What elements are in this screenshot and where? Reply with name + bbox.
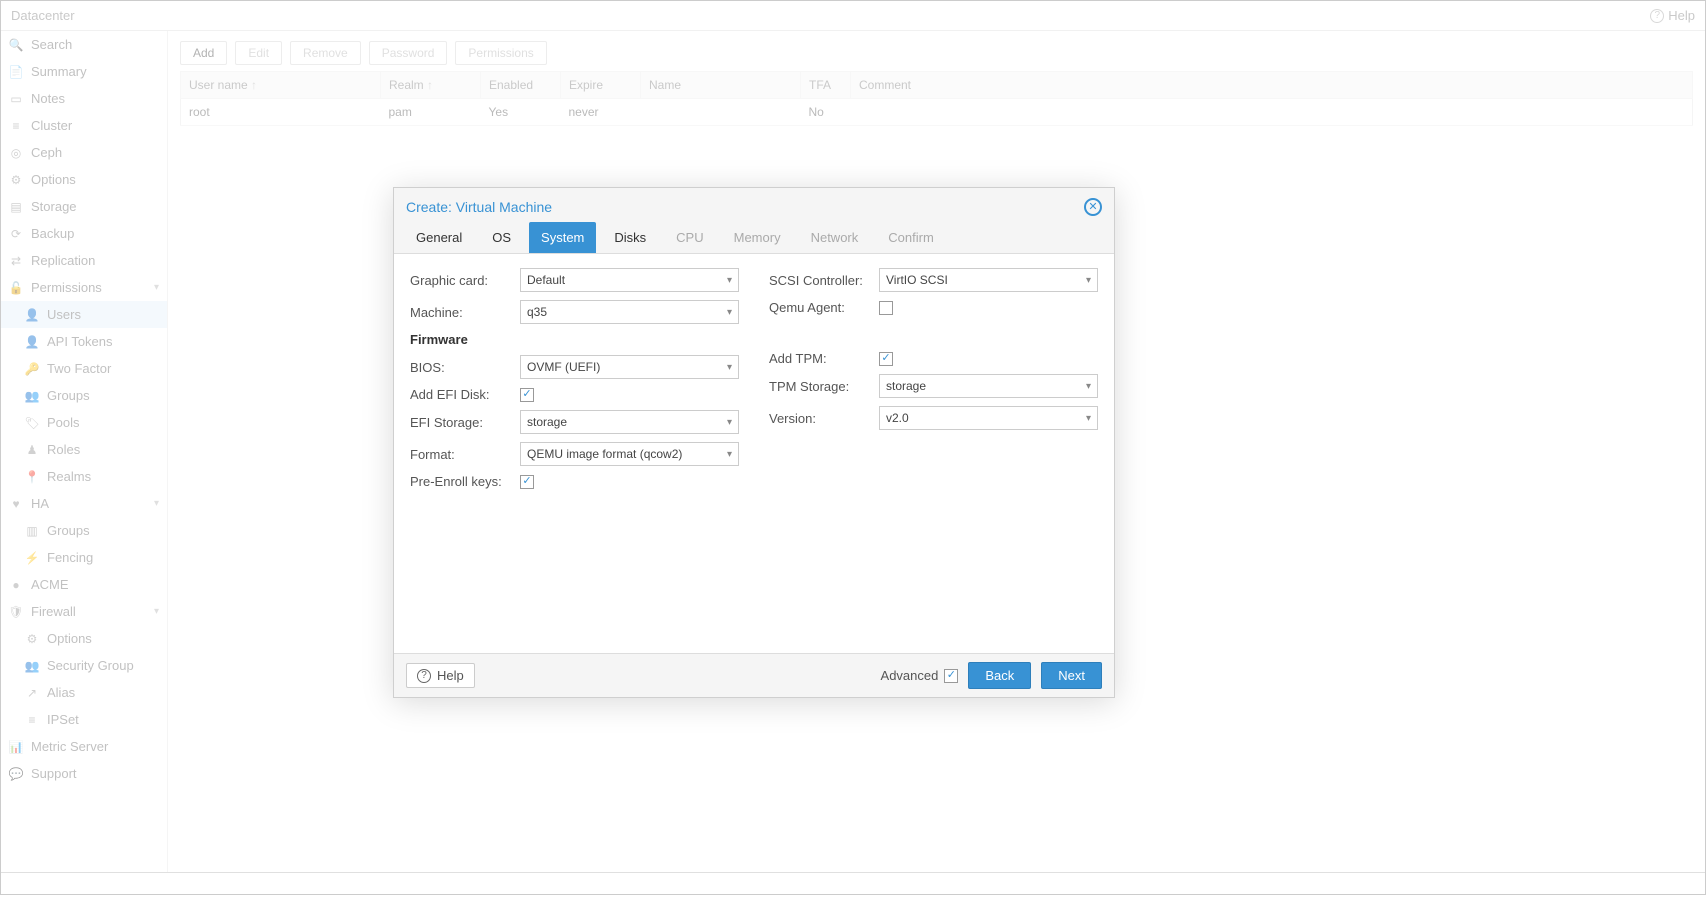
machine-label: Machine: bbox=[410, 305, 520, 320]
modal-overlay: Create: Virtual Machine ✕ GeneralOSSyste… bbox=[1, 1, 1705, 894]
scsi-label: SCSI Controller: bbox=[769, 273, 879, 288]
scsi-select[interactable]: VirtIO SCSI ▾ bbox=[879, 268, 1098, 292]
chevron-down-icon: ▾ bbox=[727, 362, 732, 373]
pre-enroll-checkbox[interactable] bbox=[520, 475, 534, 489]
add-tpm-label: Add TPM: bbox=[769, 351, 879, 366]
create-vm-modal: Create: Virtual Machine ✕ GeneralOSSyste… bbox=[393, 187, 1115, 698]
tab-network: Network bbox=[799, 222, 871, 253]
tab-os[interactable]: OS bbox=[480, 222, 523, 253]
add-tpm-checkbox[interactable] bbox=[879, 352, 893, 366]
help-icon: ? bbox=[417, 669, 431, 683]
close-icon[interactable]: ✕ bbox=[1084, 198, 1102, 216]
tab-system[interactable]: System bbox=[529, 222, 596, 253]
add-efi-disk-label: Add EFI Disk: bbox=[410, 387, 520, 402]
tpm-storage-label: TPM Storage: bbox=[769, 379, 879, 394]
chevron-down-icon: ▾ bbox=[1086, 275, 1091, 286]
chevron-down-icon: ▾ bbox=[727, 307, 732, 318]
chevron-down-icon: ▾ bbox=[727, 449, 732, 460]
firmware-heading: Firmware bbox=[410, 332, 739, 347]
graphic-card-select[interactable]: Default ▾ bbox=[520, 268, 739, 292]
qemu-agent-label: Qemu Agent: bbox=[769, 300, 879, 315]
format-select[interactable]: QEMU image format (qcow2) ▾ bbox=[520, 442, 739, 466]
tab-general[interactable]: General bbox=[404, 222, 474, 253]
next-button[interactable]: Next bbox=[1041, 662, 1102, 689]
advanced-checkbox[interactable] bbox=[944, 669, 958, 683]
back-button[interactable]: Back bbox=[968, 662, 1031, 689]
tpm-storage-select[interactable]: storage ▾ bbox=[879, 374, 1098, 398]
tab-cpu: CPU bbox=[664, 222, 715, 253]
add-efi-disk-checkbox[interactable] bbox=[520, 388, 534, 402]
machine-select[interactable]: q35 ▾ bbox=[520, 300, 739, 324]
modal-title: Create: Virtual Machine bbox=[406, 199, 1084, 215]
chevron-down-icon: ▾ bbox=[1086, 413, 1091, 424]
status-bar bbox=[1, 872, 1705, 894]
modal-tabs: GeneralOSSystemDisksCPUMemoryNetworkConf… bbox=[394, 222, 1114, 254]
efi-storage-label: EFI Storage: bbox=[410, 415, 520, 430]
tab-memory: Memory bbox=[722, 222, 793, 253]
tab-disks[interactable]: Disks bbox=[602, 222, 658, 253]
version-label: Version: bbox=[769, 411, 879, 426]
chevron-down-icon: ▾ bbox=[727, 275, 732, 286]
version-select[interactable]: v2.0 ▾ bbox=[879, 406, 1098, 430]
modal-help-button[interactable]: ? Help bbox=[406, 663, 475, 688]
pre-enroll-label: Pre-Enroll keys: bbox=[410, 474, 520, 489]
bios-select[interactable]: OVMF (UEFI) ▾ bbox=[520, 355, 739, 379]
tab-confirm: Confirm bbox=[876, 222, 946, 253]
advanced-toggle[interactable]: Advanced bbox=[881, 668, 959, 683]
format-label: Format: bbox=[410, 447, 520, 462]
bios-label: BIOS: bbox=[410, 360, 520, 375]
qemu-agent-checkbox[interactable] bbox=[879, 301, 893, 315]
chevron-down-icon: ▾ bbox=[1086, 381, 1091, 392]
graphic-card-label: Graphic card: bbox=[410, 273, 520, 288]
chevron-down-icon: ▾ bbox=[727, 417, 732, 428]
efi-storage-select[interactable]: storage ▾ bbox=[520, 410, 739, 434]
